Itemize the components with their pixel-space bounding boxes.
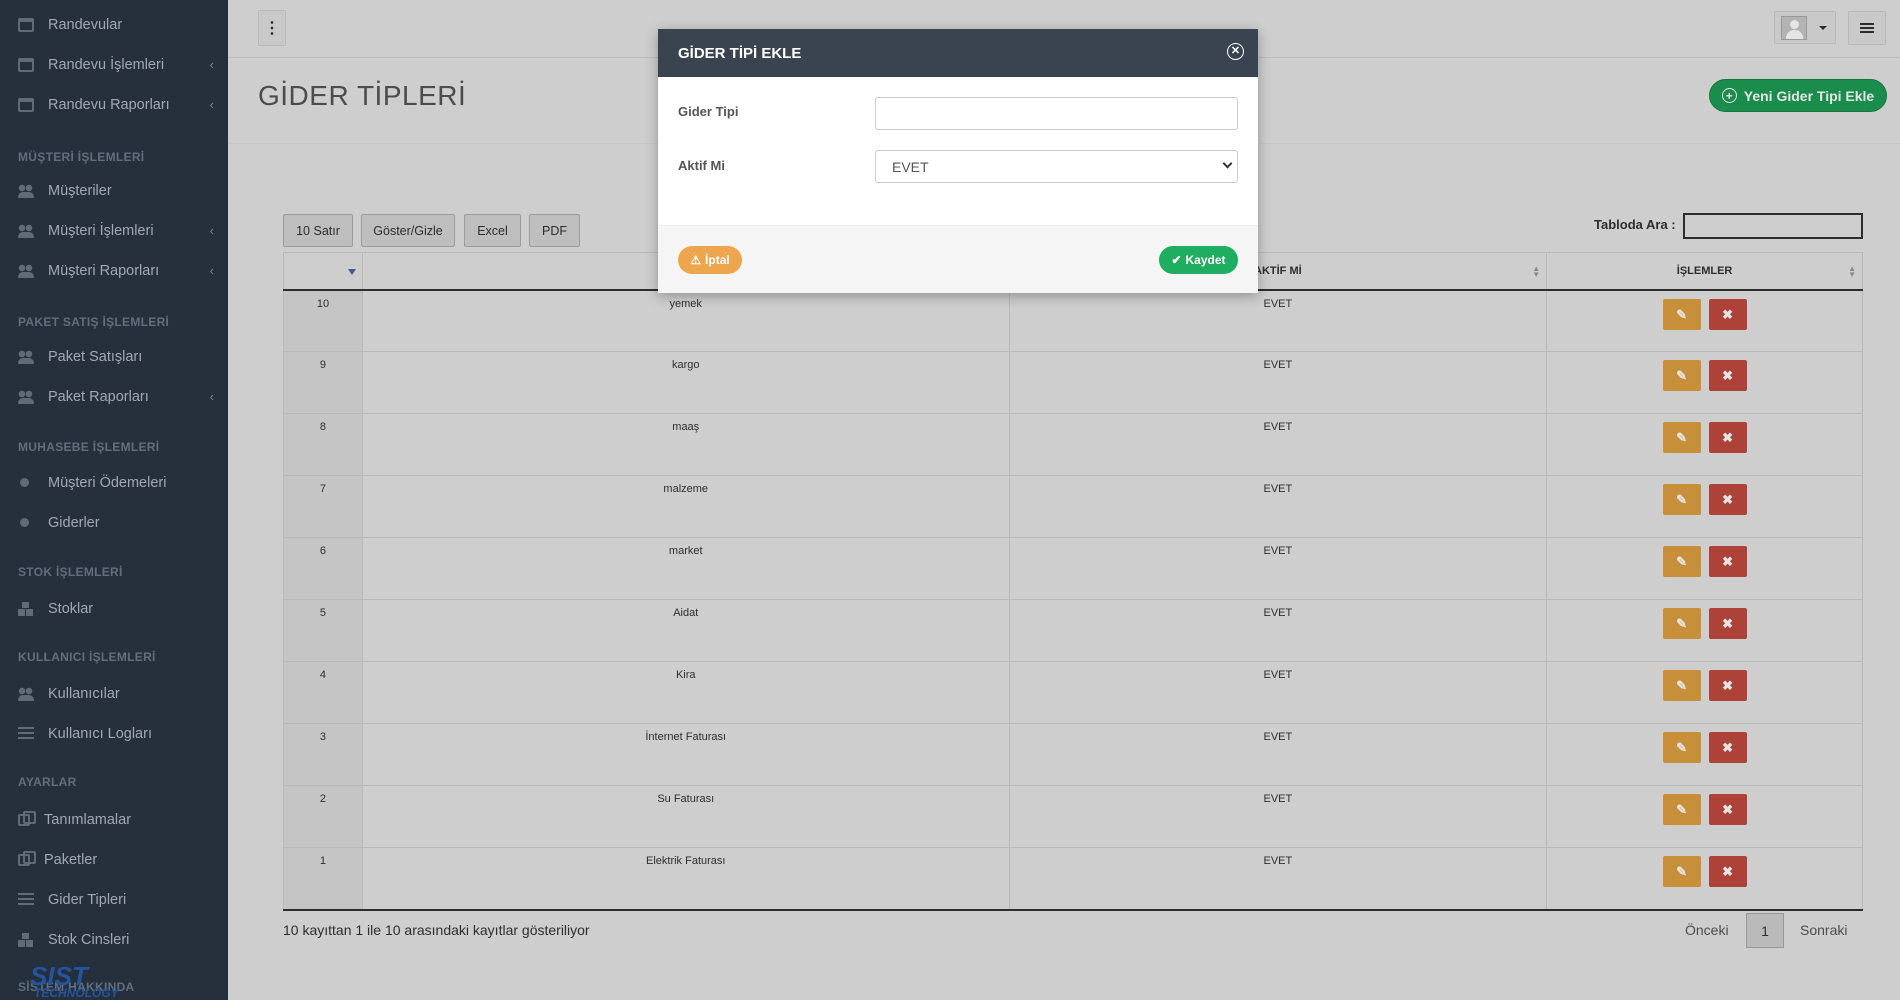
close-icon[interactable]: ✕: [1227, 43, 1244, 60]
modal-title: GİDER TİPİ EKLE: [678, 44, 802, 62]
check-icon: ✔: [1171, 253, 1182, 267]
active-select-value: EVET: [892, 158, 929, 175]
save-label: Kaydet: [1185, 253, 1226, 267]
expense-type-label: Gider Tipi: [678, 104, 739, 119]
save-button[interactable]: ✔ Kaydet: [1159, 246, 1238, 274]
cancel-label: İptal: [705, 253, 730, 267]
modal-footer: ⚠ İptal ✔ Kaydet: [658, 225, 1258, 293]
warning-icon: ⚠: [690, 253, 702, 267]
cancel-button[interactable]: ⚠ İptal: [678, 246, 742, 274]
active-select[interactable]: EVET: [875, 150, 1238, 183]
modal-header: GİDER TİPİ EKLE ✕: [658, 29, 1258, 77]
chevron-down-icon: [1222, 158, 1233, 169]
active-label: Aktif Mi: [678, 158, 725, 173]
add-expense-type-modal: GİDER TİPİ EKLE ✕ Gider Tipi Aktif Mi EV…: [658, 29, 1258, 293]
expense-type-input[interactable]: [875, 97, 1238, 130]
